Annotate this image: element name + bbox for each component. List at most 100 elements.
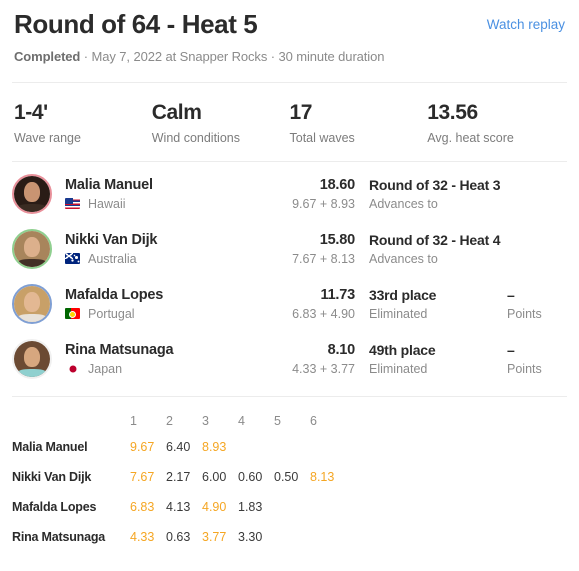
points-value: – bbox=[507, 341, 515, 358]
athlete-row[interactable]: Malia Manuel Hawaii 18.60 9.67 + 8.93 Ro… bbox=[0, 166, 579, 221]
wave-score-cell: 0.63 bbox=[166, 530, 191, 545]
wave-score-cell: 7.67 bbox=[130, 470, 155, 485]
athlete-identity: Rina Matsunaga Japan bbox=[65, 342, 251, 376]
wave-score-cell bbox=[308, 432, 344, 462]
total-score: 18.60 bbox=[319, 176, 355, 193]
stat-label: Total waves bbox=[289, 131, 355, 146]
stats-row: 1-4' Wave range Calm Wind conditions 17 … bbox=[0, 83, 579, 161]
heat-meta: Completed · May 7, 2022 at Snapper Rocks… bbox=[14, 49, 565, 64]
country-label: Portugal bbox=[88, 306, 135, 321]
wave-column-header: 5 bbox=[274, 414, 281, 429]
athlete-row[interactable]: Nikki Van Dijk Australia 15.80 7.67 + 8.… bbox=[0, 221, 579, 276]
athlete-result[interactable]: Round of 32 - Heat 4 Advances to bbox=[369, 232, 507, 266]
watch-replay-link[interactable]: Watch replay bbox=[487, 17, 565, 32]
score-breakdown: 9.67 + 8.93 bbox=[292, 196, 355, 211]
athlete-name: Mafalda Lopes bbox=[65, 286, 164, 303]
result-title: 49th place bbox=[369, 341, 436, 358]
wave-grid: 1 2 3 4 5 6 Malia Manuel 9.67 6.40 8.93 … bbox=[12, 410, 567, 552]
wave-score-cell: 0.60 bbox=[238, 470, 263, 485]
athlete-country: Japan bbox=[65, 362, 251, 376]
flag-icon-portugal bbox=[65, 308, 80, 320]
avatar bbox=[12, 338, 52, 379]
score-breakdown: 6.83 + 4.90 bbox=[292, 306, 355, 321]
avatar-image bbox=[14, 340, 50, 377]
stat-label: Wind conditions bbox=[151, 131, 240, 146]
total-score: 11.73 bbox=[320, 286, 356, 303]
wave-column-header: 2 bbox=[166, 414, 173, 429]
flag-icon-australia bbox=[65, 253, 80, 265]
avatar bbox=[12, 283, 52, 324]
wave-score-cell: 8.93 bbox=[202, 440, 227, 455]
wave-row-athlete: Malia Manuel bbox=[12, 440, 88, 455]
athlete-country: Portugal bbox=[65, 307, 251, 321]
country-label: Hawaii bbox=[88, 196, 126, 211]
wave-score-cell: 4.33 bbox=[130, 530, 155, 545]
stat-value: 13.56 bbox=[427, 100, 478, 124]
wave-row-athlete: Rina Matsunaga bbox=[12, 530, 106, 545]
athlete-result[interactable]: 33rd place Eliminated bbox=[369, 287, 507, 321]
wave-score-cell bbox=[308, 522, 344, 552]
wave-column-header: 6 bbox=[310, 414, 317, 429]
avatar bbox=[12, 173, 52, 214]
athlete-name: Malia Manuel bbox=[65, 176, 153, 193]
result-subtitle: Advances to bbox=[369, 251, 438, 266]
athlete-row[interactable]: Mafalda Lopes Portugal 11.73 6.83 + 4.90… bbox=[0, 276, 579, 331]
points-label: Points bbox=[507, 361, 542, 376]
avatar-image bbox=[14, 230, 50, 267]
wave-score-cell: 4.90 bbox=[202, 500, 227, 515]
stat-wave-range: 1-4' Wave range bbox=[14, 100, 152, 145]
stat-label: Avg. heat score bbox=[427, 131, 514, 146]
country-label: Australia bbox=[88, 251, 137, 266]
avatar-image bbox=[14, 175, 50, 212]
stat-value: 17 bbox=[289, 100, 313, 124]
wave-score-cell: 1.83 bbox=[238, 500, 263, 515]
wave-score-cell bbox=[272, 432, 308, 462]
wave-column-header: 3 bbox=[202, 414, 209, 429]
heat-summary-page: Round of 64 - Heat 5 Watch replay Comple… bbox=[0, 0, 579, 571]
points-value: – bbox=[507, 286, 515, 303]
wave-score-cell bbox=[272, 492, 308, 522]
wave-score-cell: 3.77 bbox=[202, 530, 227, 545]
wave-score-cell: 0.50 bbox=[274, 470, 299, 485]
wave-score-cell: 6.00 bbox=[202, 470, 227, 485]
wave-column-header: 4 bbox=[238, 414, 245, 429]
athlete-result[interactable]: 49th place Eliminated bbox=[369, 342, 507, 376]
wave-row-athlete: Nikki Van Dijk bbox=[12, 470, 92, 485]
page-header: Round of 64 - Heat 5 Watch replay Comple… bbox=[0, 0, 579, 64]
athlete-points: – Points bbox=[507, 287, 567, 321]
wave-score-cell: 3.30 bbox=[238, 530, 263, 545]
avatar bbox=[12, 228, 52, 269]
athlete-result[interactable]: Round of 32 - Heat 3 Advances to bbox=[369, 177, 507, 211]
wave-score-cell bbox=[272, 522, 308, 552]
result-title: Round of 32 - Heat 4 bbox=[369, 231, 501, 248]
athlete-country: Hawaii bbox=[65, 197, 251, 211]
athlete-identity: Mafalda Lopes Portugal bbox=[65, 287, 251, 321]
athlete-score: 11.73 6.83 + 4.90 bbox=[251, 287, 355, 321]
points-label: Points bbox=[507, 306, 542, 321]
athlete-score: 15.80 7.67 + 8.13 bbox=[251, 232, 355, 266]
flag-icon-hawaii bbox=[65, 198, 80, 210]
avatar-image bbox=[14, 285, 50, 322]
wave-score-cell: 6.40 bbox=[166, 440, 191, 455]
wave-column-header: 1 bbox=[130, 414, 137, 429]
athlete-identity: Nikki Van Dijk Australia bbox=[65, 232, 251, 266]
athlete-row[interactable]: Rina Matsunaga Japan 8.10 4.33 + 3.77 49… bbox=[0, 331, 579, 386]
athlete-score: 8.10 4.33 + 3.77 bbox=[251, 342, 355, 376]
stat-total-waves: 17 Total waves bbox=[290, 100, 428, 145]
wave-score-cell bbox=[236, 432, 272, 462]
stat-value: 1-4' bbox=[14, 100, 48, 124]
page-title: Round of 64 - Heat 5 bbox=[14, 9, 258, 39]
wave-score-cell: 2.17 bbox=[166, 470, 191, 485]
wave-score-cell: 6.83 bbox=[130, 500, 155, 515]
result-subtitle: Eliminated bbox=[369, 361, 428, 376]
athlete-list: Malia Manuel Hawaii 18.60 9.67 + 8.93 Ro… bbox=[0, 162, 579, 386]
wave-score-cell bbox=[308, 492, 344, 522]
country-label: Japan bbox=[88, 361, 123, 376]
stat-avg-heat-score: 13.56 Avg. heat score bbox=[427, 100, 565, 145]
wave-score-table: 1 2 3 4 5 6 Malia Manuel 9.67 6.40 8.93 … bbox=[0, 397, 579, 552]
wave-score-cell: 9.67 bbox=[130, 440, 155, 455]
total-score: 8.10 bbox=[327, 341, 356, 358]
total-score: 15.80 bbox=[319, 231, 355, 248]
result-subtitle: Advances to bbox=[369, 196, 438, 211]
athlete-points: – Points bbox=[507, 342, 567, 376]
